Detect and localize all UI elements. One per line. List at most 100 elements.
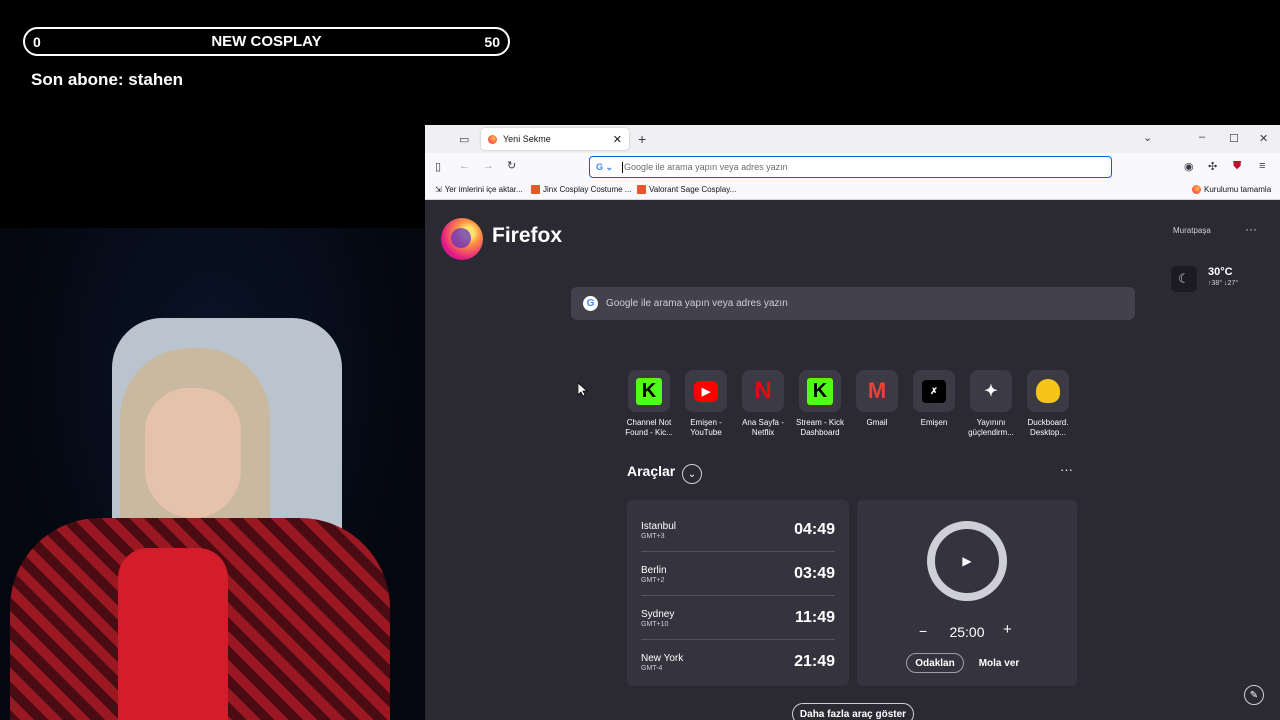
- weather-city: Muratpaşa: [1173, 226, 1211, 235]
- finish-setup-link[interactable]: Kurulumu tamamla: [1192, 185, 1271, 194]
- clock-timezone: GMT+2: [641, 576, 665, 584]
- shortcut-tile[interactable]: M Gmail: [853, 370, 901, 438]
- clock-city: Istanbul: [641, 520, 677, 532]
- bookmark-jinx[interactable]: Jinx Cosplay Costume ...: [531, 185, 631, 194]
- firefox-icon: [1192, 185, 1201, 194]
- account-icon[interactable]: ◉: [1184, 160, 1194, 173]
- shortcut-label: Emişen: [920, 418, 948, 427]
- new-tab-page: Firefox G Google ile arama yapın veya ad…: [425, 200, 1280, 720]
- shortcut-tile[interactable]: Duckboard. Desktop...: [1024, 370, 1072, 438]
- youtube-icon: ▶: [685, 370, 727, 412]
- shortcut-label: Stream - Kick Dashboard: [795, 418, 844, 437]
- text-caret: [622, 161, 624, 173]
- weather-temp: 30°C: [1208, 266, 1233, 278]
- sidebar-icon[interactable]: ▯: [435, 160, 441, 173]
- gmail-icon: M: [856, 370, 898, 412]
- weather-high-low: ↑38° ↓27°: [1208, 280, 1239, 287]
- list-tabs-chevron-icon[interactable]: ⌄: [1143, 131, 1152, 144]
- firefox-window: ▭ Yeni Sekme ✕ + ⌄ – ☐ ✕ ▯ ← → ↻ G ⌄ Goo…: [425, 125, 1280, 720]
- minimize-icon[interactable]: –: [1199, 131, 1205, 143]
- shortcut-tile[interactable]: ▶ Emişen - YouTube: [682, 370, 730, 438]
- search-placeholder: Google ile arama yapın veya adres yazın: [606, 298, 788, 309]
- maximize-icon[interactable]: ☐: [1229, 132, 1239, 145]
- import-icon: ⇲: [435, 185, 442, 194]
- goal-title: NEW COSPLAY: [211, 33, 322, 50]
- tab-bar: ▭ Yeni Sekme ✕ + ⌄ – ☐ ✕: [425, 125, 1280, 153]
- show-more-tools-button[interactable]: Daha fazla araç göster: [792, 703, 914, 720]
- clock-row: Berlin GMT+2 03:49: [641, 552, 835, 596]
- shortcut-tile[interactable]: K Stream - Kick Dashboard: [796, 370, 844, 438]
- discord-icon: ✦: [970, 370, 1012, 412]
- address-bar[interactable]: G ⌄ Google ile arama yapın veya adres ya…: [589, 156, 1112, 178]
- shortcut-tile[interactable]: ✦ Yayınını güçlendirm...: [967, 370, 1015, 438]
- collapse-tools-chevron-icon[interactable]: ⌄: [682, 464, 702, 484]
- ublock-icon[interactable]: ⛊: [1233, 160, 1241, 173]
- streamer-top: [118, 548, 228, 720]
- netflix-icon: N: [742, 370, 784, 412]
- back-arrow-icon[interactable]: ←: [459, 160, 470, 172]
- bookmark-import[interactable]: ⇲ Yer imlerini içe aktar...: [435, 185, 523, 194]
- tools-more-icon[interactable]: ···: [1060, 462, 1073, 477]
- goal-start-value: 0: [33, 33, 41, 50]
- clock-city: Berlin: [641, 564, 667, 576]
- tab-new-tab[interactable]: Yeni Sekme ✕: [481, 128, 629, 150]
- etsy-icon: [637, 185, 646, 194]
- firefox-logo-icon: [441, 218, 483, 260]
- increase-time-button[interactable]: +: [1003, 621, 1012, 638]
- last-subscriber-text: Son abone: stahen: [31, 70, 184, 89]
- clock-timezone: GMT+3: [641, 532, 665, 540]
- clock-city: New York: [641, 653, 684, 664]
- close-tab-icon[interactable]: ✕: [613, 133, 622, 146]
- shortcut-tile[interactable]: ✗ Emişen: [910, 370, 958, 438]
- clock-time: 21:49: [794, 653, 835, 670]
- shortcuts-grid: K Channel Not Found - Kic... ▶ Emişen - …: [625, 370, 1072, 438]
- tools-heading: Araçlar: [627, 463, 676, 479]
- new-tab-plus-icon[interactable]: +: [638, 131, 646, 147]
- bookmark-valorant[interactable]: Valorant Sage Cosplay...: [637, 185, 736, 194]
- google-engine-icon[interactable]: G ⌄: [596, 162, 613, 173]
- tab-groups-icon[interactable]: ▭: [459, 133, 469, 146]
- clock-time: 04:49: [794, 520, 835, 538]
- emisen-icon: ✗: [913, 370, 955, 412]
- clock-row: Istanbul GMT+3 04:49: [641, 508, 835, 552]
- kick-icon: K: [799, 370, 841, 412]
- shortcut-tile[interactable]: K Channel Not Found - Kic...: [625, 370, 673, 438]
- weather-more-icon[interactable]: ···: [1245, 222, 1257, 236]
- firefox-wordmark: Firefox: [492, 224, 563, 247]
- shortcut-label: Yayınını güçlendirm...: [968, 418, 1014, 437]
- shortcut-label: Channel Not Found - Kic...: [625, 418, 673, 437]
- close-window-icon[interactable]: ✕: [1259, 132, 1268, 145]
- break-button[interactable]: Mola ver: [974, 653, 1024, 673]
- menu-hamburger-icon[interactable]: ≡: [1259, 160, 1265, 172]
- bookmark-label: Valorant Sage Cosplay...: [649, 185, 737, 194]
- tab-title: Yeni Sekme: [503, 134, 551, 144]
- play-icon[interactable]: ▶: [962, 554, 971, 568]
- bookmark-label: Jinx Cosplay Costume ...: [543, 185, 632, 194]
- weather-widget[interactable]: Muratpaşa ··· ☾ 30°C ↑38° ↓27°: [1165, 216, 1265, 301]
- clock-time: 11:49: [794, 608, 835, 626]
- bookmarks-toolbar: ⇲ Yer imlerini içe aktar... Jinx Cosplay…: [425, 181, 1280, 200]
- newtab-search-box[interactable]: G Google ile arama yapın veya adres yazı…: [571, 287, 1135, 320]
- shortcut-label: Gmail: [866, 418, 888, 427]
- clock-timezone: GMT+10: [641, 620, 669, 628]
- reload-icon[interactable]: ↻: [507, 159, 516, 172]
- etsy-icon: [531, 185, 540, 194]
- streamer-face: [145, 388, 241, 518]
- shortcut-tile[interactable]: N Ana Sayfa - Netflix: [739, 370, 787, 438]
- kick-icon: K: [628, 370, 670, 412]
- world-clocks-widget: Istanbul GMT+3 04:49 Berlin GMT+2 03:49 Sy…: [627, 500, 849, 686]
- setup-label: Kurulumu tamamla: [1204, 185, 1272, 194]
- customize-pencil-icon[interactable]: ✎: [1244, 685, 1264, 705]
- forward-arrow-icon[interactable]: →: [483, 160, 494, 172]
- timer-ring: ▶: [927, 521, 1007, 601]
- goal-end-value: 50: [484, 33, 500, 50]
- duck-icon: [1027, 370, 1069, 412]
- shortcut-label: Emişen - YouTube: [690, 418, 722, 437]
- focus-button[interactable]: Odaklan: [906, 653, 964, 673]
- moon-icon: ☾: [1171, 266, 1197, 292]
- bookmark-label: Yer imlerini içe aktar...: [444, 185, 523, 194]
- extensions-icon[interactable]: ✣: [1208, 160, 1217, 173]
- google-icon: G: [583, 296, 598, 311]
- clock-city: Sydney: [641, 608, 675, 620]
- nav-bar: ▯ ← → ↻ G ⌄ Google ile arama yapın veya …: [425, 153, 1280, 181]
